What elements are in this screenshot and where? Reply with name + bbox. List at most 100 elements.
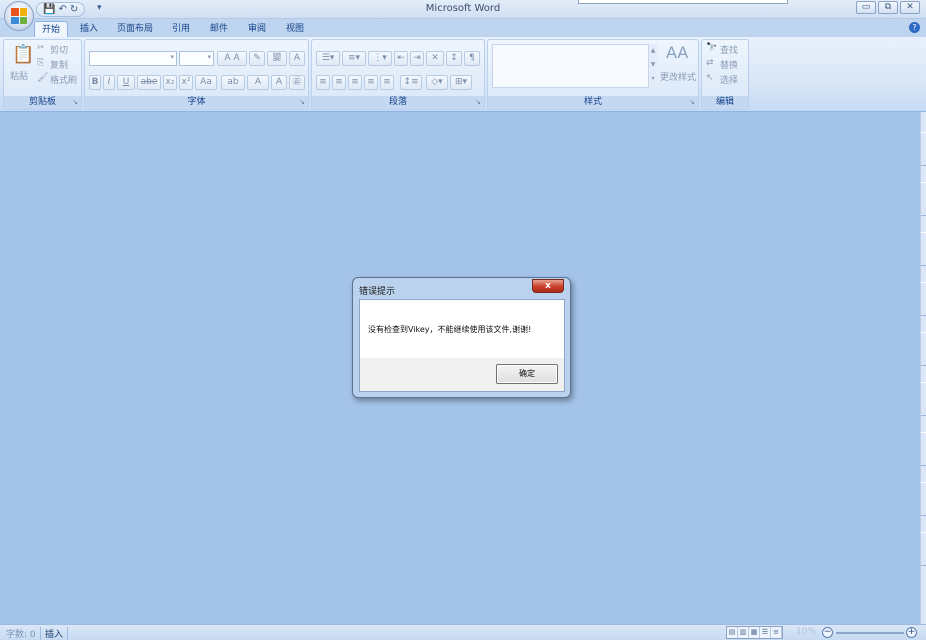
paragraph-group: ☰▾ ≡▾ ⋮▾ ⇤ ⇥ ✕ ↕ ¶ ≡ ≡ ≡ ≡ ≡ ↕≡ ◇▾ ⊞▾ 段落… bbox=[311, 39, 485, 110]
show-marks-button[interactable]: ¶ bbox=[464, 51, 480, 66]
clipboard-group: 📋 粘贴 ✂ 剪切 ⎘ 复制 🖌 格式刷 剪贴板 ↘ bbox=[3, 39, 82, 110]
window-controls: ▭ ⧉ ✕ bbox=[856, 1, 920, 14]
clear-format-button[interactable]: ✎ bbox=[249, 51, 265, 66]
minimize-button[interactable]: ▭ bbox=[856, 1, 876, 14]
outline-view-icon[interactable]: ☰ bbox=[760, 627, 771, 638]
select-button[interactable]: 选择 bbox=[720, 73, 738, 86]
tab-page-layout[interactable]: 页面布局 bbox=[112, 21, 158, 37]
align-right-button[interactable]: ≡ bbox=[348, 75, 362, 90]
multilevel-list-button[interactable]: ⋮▾ bbox=[368, 51, 392, 66]
paragraph-launcher-icon[interactable]: ↘ bbox=[475, 98, 481, 106]
underline-button[interactable]: U bbox=[117, 75, 135, 90]
find-button[interactable]: 查找 bbox=[720, 43, 738, 56]
editing-group-label: 编辑 bbox=[702, 96, 748, 109]
tab-review[interactable]: 审阅 bbox=[242, 21, 272, 37]
ribbon-tabs: 开始 插入 页面布局 引用 邮件 审阅 视图 ? bbox=[0, 19, 926, 37]
distributed-button[interactable]: ≡ bbox=[380, 75, 394, 90]
find-icon: 🔭 bbox=[706, 43, 718, 53]
paste-icon: 📋 bbox=[12, 44, 35, 65]
font-launcher-icon[interactable]: ↘ bbox=[299, 98, 305, 106]
superscript-button[interactable]: x² bbox=[179, 75, 193, 90]
web-layout-view-icon[interactable]: ▦ bbox=[749, 627, 760, 638]
bullets-button[interactable]: ☰▾ bbox=[316, 51, 340, 66]
italic-button[interactable]: I bbox=[103, 75, 115, 90]
replace-button[interactable]: 替换 bbox=[720, 58, 738, 71]
shading-button[interactable]: ◇▾ bbox=[426, 75, 448, 90]
full-screen-view-icon[interactable]: ▥ bbox=[738, 627, 749, 638]
paste-button[interactable]: 粘贴 bbox=[10, 69, 28, 82]
dialog-body: 没有检查到Vikey，不能继续使用该文件,谢谢! 确定 bbox=[359, 299, 565, 392]
cut-button[interactable]: 剪切 bbox=[50, 43, 68, 56]
increase-indent-button[interactable]: ⇥ bbox=[410, 51, 424, 66]
tab-view[interactable]: 视图 bbox=[280, 21, 310, 37]
word-count[interactable]: 字数: 0 bbox=[6, 627, 36, 640]
clipboard-launcher-icon[interactable]: ↘ bbox=[72, 98, 78, 106]
quick-styles-gallery[interactable] bbox=[492, 44, 656, 88]
justify-button[interactable]: ≡ bbox=[364, 75, 378, 90]
tab-references[interactable]: 引用 bbox=[166, 21, 196, 37]
paragraph-group-label: 段落 bbox=[312, 96, 484, 109]
character-border-button[interactable]: A bbox=[289, 51, 305, 66]
ok-button[interactable]: 确定 bbox=[496, 364, 558, 384]
zoom-slider[interactable] bbox=[836, 632, 904, 634]
strikethrough-button[interactable]: abe bbox=[137, 75, 161, 90]
align-left-button[interactable]: ≡ bbox=[316, 75, 330, 90]
tab-insert[interactable]: 插入 bbox=[74, 21, 104, 37]
tab-home[interactable]: 开始 bbox=[34, 21, 68, 37]
change-styles-button[interactable]: 更改样式 bbox=[660, 70, 696, 83]
line-spacing-button[interactable]: ↕≡ bbox=[400, 75, 422, 90]
font-color-button[interactable]: A bbox=[247, 75, 269, 90]
align-center-button[interactable]: ≡ bbox=[332, 75, 346, 90]
copy-button[interactable]: 复制 bbox=[50, 58, 68, 71]
insert-mode-toggle[interactable]: 插入 bbox=[40, 627, 69, 640]
numbering-button[interactable]: ≡▾ bbox=[342, 51, 366, 66]
window-title: Microsoft Word bbox=[425, 3, 501, 14]
format-painter-icon: 🖌 bbox=[37, 73, 49, 83]
tab-mailings[interactable]: 邮件 bbox=[204, 21, 234, 37]
status-bar: 字数: 0 插入 ▤ ▥ ▦ ☰ ≡ 10% − + bbox=[0, 624, 926, 640]
styles-group: ▲ ▼ ▾ AA 更改样式 样式 ↘ bbox=[487, 39, 699, 110]
dialog-message-area: 没有检查到Vikey，不能继续使用该文件,谢谢! bbox=[360, 300, 564, 358]
highlight-button[interactable]: ab bbox=[221, 75, 245, 90]
clipboard-group-label: 剪贴板 bbox=[4, 96, 81, 109]
zoom-level[interactable]: 10% bbox=[796, 627, 816, 637]
borders-button[interactable]: ⊞▾ bbox=[450, 75, 472, 90]
restore-button[interactable]: ⧉ bbox=[878, 1, 898, 14]
font-group: ▾ ▾ A A ✎ 變 A B I U abe x₂ x² Aa ab A A … bbox=[84, 39, 309, 110]
bold-button[interactable]: B bbox=[89, 75, 101, 90]
styles-scroll[interactable]: ▲ ▼ ▾ bbox=[648, 44, 657, 88]
copy-icon: ⎘ bbox=[37, 58, 45, 68]
ribbon: 📋 粘贴 ✂ 剪切 ⎘ 复制 🖌 格式刷 剪贴板 ↘ ▾ ▾ A A ✎ 變 A… bbox=[0, 37, 926, 112]
close-window-button[interactable]: ✕ bbox=[900, 1, 920, 14]
office-button[interactable] bbox=[4, 1, 34, 31]
sort-button[interactable]: ↕ bbox=[446, 51, 462, 66]
font-group-label: 字体 bbox=[85, 96, 308, 109]
zoom-out-button[interactable]: − bbox=[822, 627, 833, 638]
font-size-combo[interactable]: ▾ bbox=[179, 51, 214, 66]
help-icon[interactable]: ? bbox=[909, 22, 920, 33]
phonetic-guide-button[interactable]: 變 bbox=[267, 51, 287, 66]
draft-view-icon[interactable]: ≡ bbox=[771, 627, 782, 638]
change-case-button[interactable]: Aa bbox=[195, 75, 217, 90]
zoom-in-button[interactable]: + bbox=[906, 627, 917, 638]
styles-launcher-icon[interactable]: ↘ bbox=[689, 98, 695, 106]
change-styles-icon: AA bbox=[666, 43, 689, 62]
decrease-indent-button[interactable]: ⇤ bbox=[394, 51, 408, 66]
print-layout-view-icon[interactable]: ▤ bbox=[727, 627, 738, 638]
cut-icon: ✂ bbox=[37, 43, 45, 53]
dialog-title: 错误提示 bbox=[359, 287, 396, 297]
dialog-message: 没有检查到Vikey，不能继续使用该文件,谢谢! bbox=[368, 325, 532, 334]
character-shading-button[interactable]: A bbox=[271, 75, 287, 90]
editing-group: 🔭 查找 ⇄ 替换 ↖ 选择 编辑 bbox=[701, 39, 749, 110]
subscript-button[interactable]: x₂ bbox=[163, 75, 177, 90]
vertical-scrollbar[interactable] bbox=[920, 112, 926, 624]
dialog-close-button[interactable]: x bbox=[532, 279, 564, 293]
grow-shrink-font-button[interactable]: A A bbox=[217, 51, 247, 66]
font-name-combo[interactable]: ▾ bbox=[89, 51, 177, 66]
chevron-down-icon: ▾ bbox=[170, 53, 174, 61]
select-icon: ↖ bbox=[706, 73, 714, 83]
format-painter-button[interactable]: 格式刷 bbox=[50, 73, 77, 86]
chinese-layout-button[interactable]: ✕ bbox=[426, 51, 444, 66]
enclose-character-button[interactable]: ㊣ bbox=[289, 75, 305, 90]
chevron-down-icon: ▾ bbox=[207, 53, 211, 61]
